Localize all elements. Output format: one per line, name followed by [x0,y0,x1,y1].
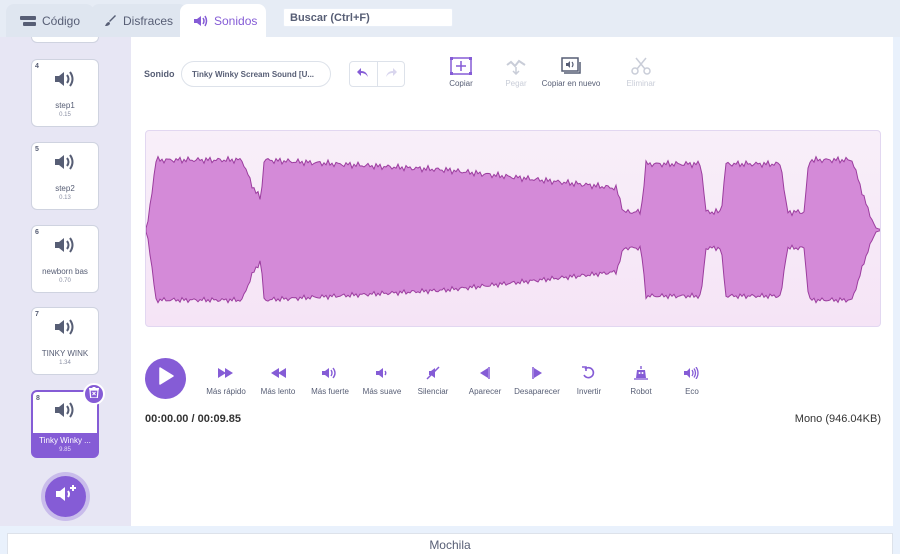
effect-robot-button[interactable]: Robot [615,365,667,396]
sound-tile-partial[interactable] [31,37,99,43]
trash-icon [89,385,99,403]
sound-name: newborn bas [42,267,88,276]
effect-fade-in-button[interactable]: Aparecer [459,365,511,396]
waveform-shape [146,155,880,304]
fade-out-icon [511,365,563,381]
sound-tile[interactable]: 5 step2 0.13 [31,142,99,210]
sound-duration: 0.70 [59,278,71,284]
sound-editor: Sonido Tinky Winky Scream Sound [U... Co… [131,37,893,526]
play-button[interactable] [145,358,186,399]
paste-label: Pegar [505,79,527,88]
mute-icon [407,365,459,381]
paste-icon [486,55,546,77]
sound-list: 4 step1 0.15 5 step2 0.13 6 newborn bas … [0,37,131,526]
sound-duration: 1.34 [59,360,71,366]
sound-duration: 0.13 [59,195,71,201]
sound-name-input[interactable]: Tinky Winky Scream Sound [U... [181,61,331,87]
robot-icon [615,365,667,381]
copy-to-new-icon [541,55,601,77]
sound-name: TINKY WINK [41,349,89,358]
effect-reverse-button[interactable]: Invertir [563,365,615,396]
tab-code[interactable]: Código [6,4,95,37]
sound-name: Tinky Winky ... [39,436,91,445]
sound-name: step1 [55,101,75,110]
fade-in-icon [459,365,511,381]
speaker-icon [55,154,75,175]
speaker-icon [55,71,75,92]
effect-faster-button[interactable]: Más rápido [200,365,252,396]
sound-index: 7 [35,311,39,318]
copy-icon [431,55,491,77]
waveform-graph [146,155,880,304]
undo-icon [357,65,369,83]
redo-icon [385,65,397,83]
speaker-icon [55,402,75,423]
copy-to-new-label: Copiar en nuevo [541,79,601,88]
delete-sound-button[interactable] [83,383,105,405]
speaker-icon [55,237,75,258]
brush-icon [105,14,117,27]
tab-sounds-label: Sonidos [214,13,258,28]
sound-index: 5 [35,146,39,153]
backpack-bar[interactable]: Mochila [7,533,893,554]
paste-button[interactable]: Pegar [486,55,546,88]
search-input[interactable]: Buscar (Ctrl+F) [283,8,453,27]
effect-echo-button[interactable]: Eco [666,365,718,396]
add-sound-icon [55,484,77,509]
sound-duration: 9.85 [59,447,71,453]
effect-slower-button[interactable]: Más lento [252,365,304,396]
effect-softer-button[interactable]: Más suave [356,365,408,396]
delete-selection-label: Eliminar [626,79,656,88]
effect-fade-out-button[interactable]: Desaparecer [511,365,563,396]
sound-duration: 0.15 [59,112,71,118]
reverse-icon [563,365,615,381]
sound-tile[interactable]: 7 TINKY WINK 1.34 [31,307,99,375]
playback-time: 00:00.00 / 00:09.85 [145,413,242,425]
copy-button[interactable]: Copiar [431,55,491,88]
speaker-icon [55,319,75,340]
effect-louder-button[interactable]: Más fuerte [304,365,356,396]
echo-icon [666,365,718,381]
sound-index: 4 [35,63,39,70]
sound-index: 6 [35,229,39,236]
tab-costumes[interactable]: Disfraces [91,4,188,37]
sound-tile[interactable]: 4 step1 0.15 [31,59,99,127]
fast-forward-icon [200,365,252,381]
copy-to-new-button[interactable]: Copiar en nuevo [541,55,601,88]
sound-format-info: Mono (946.04KB) [794,413,881,425]
volume-down-icon [356,365,408,381]
tab-costumes-label: Disfraces [123,13,174,28]
add-sound-button[interactable] [45,476,86,517]
undo-redo-group [349,61,405,87]
volume-up-icon [304,365,356,381]
waveform[interactable] [145,130,881,327]
play-icon [158,367,174,390]
undo-button[interactable] [350,62,377,86]
copy-label: Copiar [449,79,473,88]
rewind-icon [252,365,304,381]
sound-name-label: Sonido [144,69,175,79]
sound-name: step2 [55,184,75,193]
effect-mute-button[interactable]: Silenciar [407,365,459,396]
scissors-icon [611,55,671,77]
sound-index: 8 [36,395,40,402]
delete-selection-button[interactable]: Eliminar [611,55,671,88]
tab-sounds[interactable]: Sonidos [180,4,266,37]
speaker-icon [194,15,208,27]
tab-code-label: Código [42,13,81,28]
redo-button[interactable] [376,62,405,86]
sound-tile[interactable]: 6 newborn bas 0.70 [31,225,99,293]
tab-bar: Código Disfraces Sonidos Buscar (Ctrl+F) [0,0,900,37]
code-icon [20,15,36,27]
